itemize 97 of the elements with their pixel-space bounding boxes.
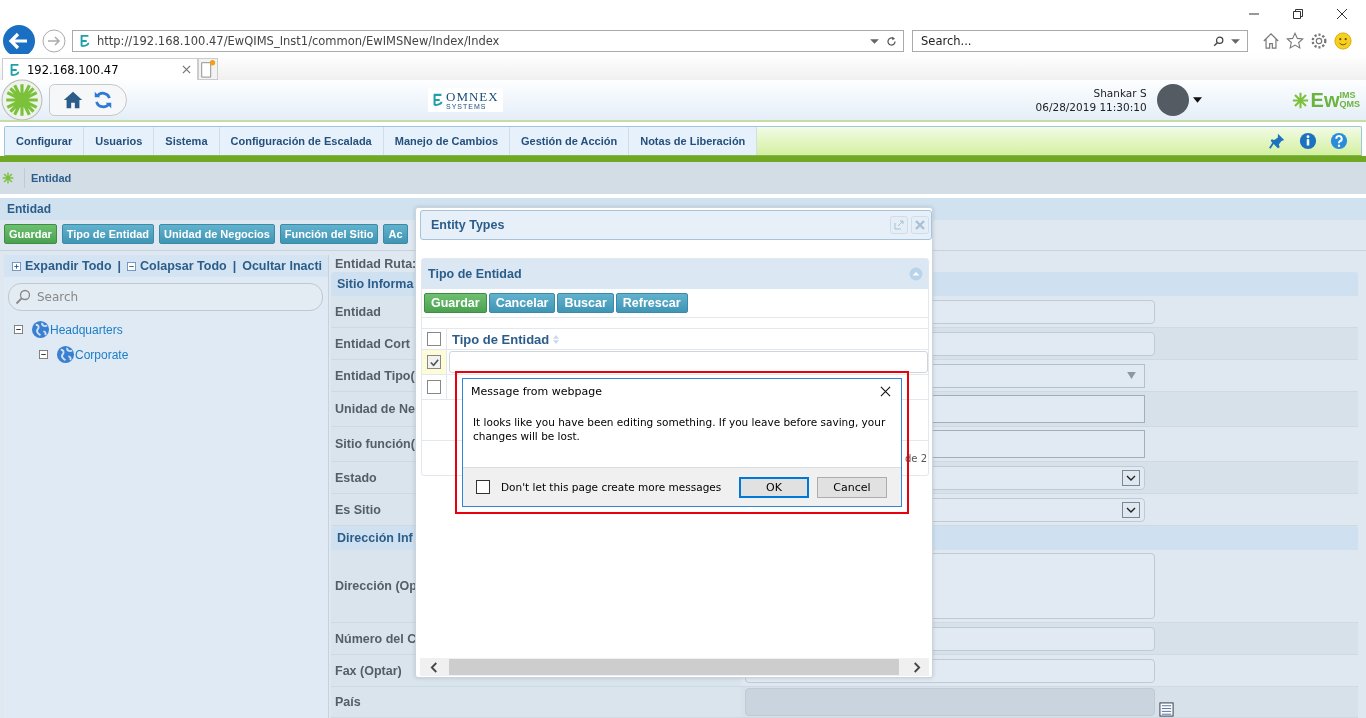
site-logo-icon <box>9 62 21 77</box>
panel-title: Entidad <box>7 202 51 216</box>
new-tab-icon[interactable] <box>198 58 218 80</box>
plus-icon <box>12 261 21 271</box>
menu-item[interactable]: Notas de Liberación <box>629 127 758 155</box>
panel-title: Tipo de Entidad <box>428 267 523 281</box>
toolbar-button[interactable]: Cancelar <box>488 293 556 313</box>
field-label: País <box>335 695 361 709</box>
star-icon[interactable] <box>1286 32 1304 50</box>
toolbar-button[interactable]: Tipo de Entidad <box>61 224 155 244</box>
collapse-icon[interactable] <box>39 350 48 359</box>
field-label: Estado <box>335 470 377 485</box>
field-label: Unidad de Ne <box>335 402 415 416</box>
caret-icon[interactable] <box>1192 97 1202 103</box>
refresh-icon[interactable] <box>886 35 897 47</box>
field-label: Entidad <box>335 304 381 319</box>
toolbar-button[interactable]: Buscar <box>557 293 614 313</box>
separator: | <box>117 259 122 273</box>
globe-icon <box>56 345 75 364</box>
avatar[interactable] <box>1156 84 1189 116</box>
list-icon[interactable] <box>1159 702 1174 717</box>
input-field[interactable] <box>449 351 928 373</box>
address-bar[interactable]: http://192.168.100.47/EwQIMS_Inst1/common/EwIMSNew/Index/Index <box>72 30 904 52</box>
horizontal-scrollbar[interactable] <box>420 658 929 676</box>
logo-name: OMNEX <box>446 90 499 103</box>
toolbar-button[interactable]: Función del Sitio <box>279 224 379 244</box>
checkbox[interactable] <box>476 480 490 494</box>
smiley-icon[interactable] <box>1334 32 1352 50</box>
brand-superscript: IMS <box>1339 91 1356 100</box>
asterisk-icon <box>1291 91 1309 109</box>
field-label: Entidad Ruta: <box>335 256 417 271</box>
dropdown-caret-icon <box>1127 372 1136 379</box>
help-icon[interactable] <box>1330 132 1348 150</box>
message-text: It looks like you have been editing something. If you leave before saving, your changes will be lost. <box>473 415 887 444</box>
menu-item[interactable]: Configuración de Escalada <box>219 127 384 155</box>
menu-item[interactable]: Configurar <box>5 127 85 155</box>
field-label: Sitio función( <box>335 437 415 451</box>
search-icon <box>15 289 31 305</box>
refresh-icon[interactable] <box>92 89 114 111</box>
toolbar-button[interactable]: Unidad de Negocios <box>159 224 275 244</box>
search-field[interactable]: Search <box>8 283 323 311</box>
toolbar-button[interactable]: Refrescar <box>615 293 688 313</box>
field-label: Es Sitio <box>335 502 381 517</box>
menu-item[interactable]: Sistema <box>154 127 220 155</box>
search-field[interactable]: Search... <box>912 30 1248 52</box>
dialog-button[interactable]: OK <box>739 476 809 498</box>
field-label: Fax (Optar) <box>335 663 402 678</box>
site-logo-icon <box>79 34 91 48</box>
breadcrumb-item[interactable]: Entidad <box>31 172 72 184</box>
tree-item[interactable]: Corporate <box>75 347 129 362</box>
search-icon[interactable] <box>1213 35 1224 47</box>
home-icon[interactable] <box>62 89 84 111</box>
tree-toolbar-link[interactable]: Colapsar Todo <box>127 259 227 273</box>
dialog-button[interactable]: Cancel <box>817 476 887 498</box>
dialog-title: Message from webpage <box>471 384 604 398</box>
tab-title: 192.168.100.47 <box>27 62 120 77</box>
checkbox[interactable] <box>427 332 441 346</box>
chevron-down-icon <box>1122 469 1140 486</box>
checkbox[interactable] <box>427 380 441 394</box>
globe-icon <box>31 320 50 339</box>
chevron-right-icon[interactable] <box>912 661 921 673</box>
user-name: Shankar S <box>1093 87 1147 99</box>
checkbox-label[interactable]: Don't let this page create more messages <box>501 481 722 493</box>
section-title: Dirección Inf <box>337 531 413 545</box>
brand-subscript: QMS <box>1339 100 1360 109</box>
tree-toolbar-link[interactable]: Ocultar Inacti <box>242 259 323 273</box>
close-icon[interactable] <box>880 385 891 397</box>
field-label: Entidad Tipo( <box>335 368 415 383</box>
tree-toolbar-link[interactable]: Expandir Todo <box>12 259 112 273</box>
home-icon[interactable] <box>1262 32 1280 50</box>
menu-item[interactable]: Manejo de Cambios <box>383 127 510 155</box>
settings-icon[interactable] <box>1310 32 1328 50</box>
collapse-icon[interactable] <box>14 325 23 334</box>
dialog-title: Entity Types <box>431 218 506 232</box>
checkbox[interactable] <box>427 355 441 369</box>
brand-name: Ew <box>1310 88 1340 112</box>
field-label: Entidad Cort <box>335 336 410 351</box>
pin-icon[interactable] <box>1268 132 1286 150</box>
toolbar-button[interactable]: Ac <box>383 224 408 244</box>
separator: | <box>232 259 237 273</box>
restore-icon[interactable] <box>1292 8 1304 20</box>
section-title: Sitio Informa <box>337 277 414 291</box>
minus-icon <box>127 261 137 271</box>
close-icon[interactable] <box>1336 8 1348 20</box>
search-input[interactable]: Search <box>35 289 322 305</box>
browser-tab[interactable]: 192.168.100.47 <box>2 58 198 80</box>
field-label: Número del C <box>335 631 417 646</box>
chevron-down-icon <box>1122 501 1140 518</box>
column-header[interactable]: Tipo de Entidad <box>452 331 550 347</box>
date-time: 06/28/2019 11:30:10 <box>1035 101 1147 113</box>
logo-mark-icon <box>432 92 444 108</box>
tree-item[interactable]: Headquarters <box>50 322 123 337</box>
menu-item[interactable]: Usuarios <box>84 127 155 155</box>
info-icon[interactable] <box>1299 132 1317 150</box>
chevron-left-icon[interactable] <box>430 661 439 673</box>
menu-item[interactable]: Gestión de Acción <box>510 127 630 155</box>
forward-button[interactable] <box>42 29 66 53</box>
